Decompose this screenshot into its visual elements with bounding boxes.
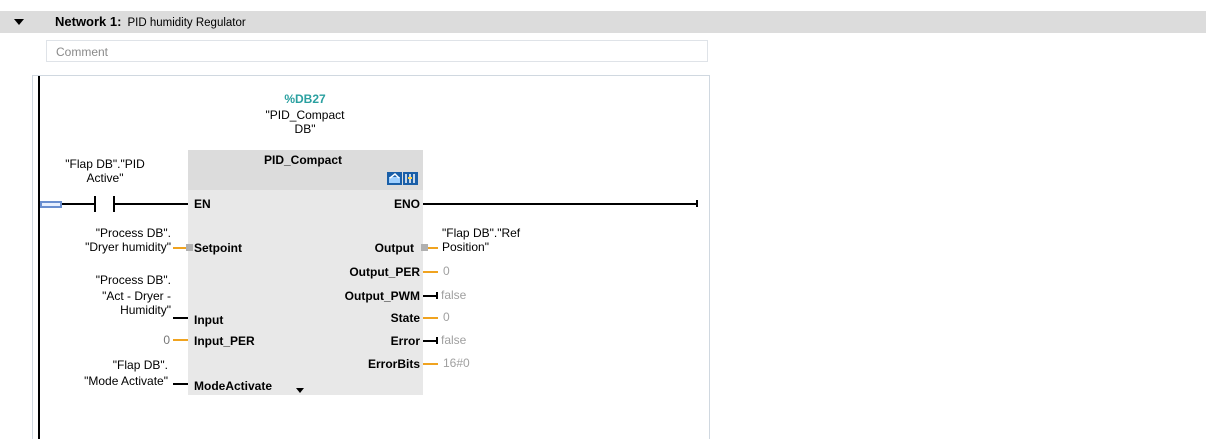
state-wire (423, 317, 438, 319)
pin-input[interactable]: Input (194, 313, 223, 327)
errorbits-value[interactable]: 16#0 (443, 356, 470, 370)
instance-db-name-2[interactable]: DB" (240, 122, 370, 136)
output-pwm-value[interactable]: false (441, 288, 466, 302)
state-value[interactable]: 0 (443, 310, 450, 324)
pin-error[interactable]: Error (300, 334, 420, 348)
errorbits-wire (423, 363, 438, 365)
pin-output[interactable]: Output (300, 241, 414, 255)
pin-errorbits[interactable]: ErrorBits (300, 357, 420, 371)
wire (423, 203, 697, 205)
setpoint-operand-1[interactable]: "Process DB". (40, 226, 171, 240)
mode-wire (173, 383, 188, 385)
mode-operand-1[interactable]: "Flap DB". (40, 358, 168, 372)
pin-output-per[interactable]: Output_PER (300, 265, 420, 279)
setpoint-pin-marker (186, 244, 193, 251)
instance-db-name-1[interactable]: "PID_Compact (240, 108, 370, 122)
output-per-wire (423, 271, 438, 273)
power-flow-indicator (40, 201, 62, 208)
pin-en[interactable]: EN (194, 197, 211, 211)
input-per-value[interactable]: 0 (140, 333, 170, 347)
rung-end (696, 200, 698, 207)
contact-operand-2[interactable]: Active" (40, 171, 170, 185)
wire (62, 203, 94, 205)
input-operand-2[interactable]: "Act - Dryer - (40, 289, 171, 303)
block-name: PID_Compact (263, 153, 343, 167)
network-name[interactable]: PID humidity Regulator (127, 17, 245, 29)
instance-db-number: %DB27 (284, 92, 326, 106)
mode-operand-2[interactable]: "Mode Activate" (40, 374, 168, 388)
pin-mode-activate[interactable]: ModeActivate (194, 379, 272, 393)
wire (115, 203, 188, 205)
contact-left-bar[interactable] (94, 196, 96, 212)
chevron-down-icon[interactable] (296, 388, 304, 393)
output-pwm-tick (436, 292, 438, 299)
output-operand-2[interactable]: Position" (442, 240, 489, 254)
network-label: Network 1: (55, 14, 122, 29)
error-tick (436, 337, 438, 344)
collapse-triangle-icon[interactable] (14, 19, 24, 25)
input-per-wire (173, 339, 188, 341)
input-operand-1[interactable]: "Process DB". (40, 273, 171, 287)
input-wire (173, 317, 188, 319)
contact-operand-1[interactable]: "Flap DB"."PID (40, 157, 170, 171)
output-per-value[interactable]: 0 (443, 264, 450, 278)
diagnostics-icon[interactable] (403, 172, 418, 185)
comment-field[interactable]: Comment (46, 40, 708, 62)
pin-eno[interactable]: ENO (330, 197, 420, 211)
output-operand-1[interactable]: "Flap DB"."Ref (442, 226, 520, 240)
block-config-icon[interactable] (387, 172, 402, 185)
network-title: Network 1: PID humidity Regulator (55, 14, 246, 29)
pin-output-pwm[interactable]: Output_PWM (300, 289, 420, 303)
input-operand-3[interactable]: Humidity" (40, 303, 171, 317)
output-pin-marker (421, 244, 428, 251)
pin-input-per[interactable]: Input_PER (194, 334, 255, 348)
pin-state[interactable]: State (300, 311, 420, 325)
setpoint-operand-2[interactable]: "Dryer humidity" (40, 240, 171, 254)
output-wire (428, 247, 438, 249)
setpoint-wire (173, 247, 187, 249)
pin-setpoint[interactable]: Setpoint (194, 241, 242, 255)
error-value[interactable]: false (441, 333, 466, 347)
